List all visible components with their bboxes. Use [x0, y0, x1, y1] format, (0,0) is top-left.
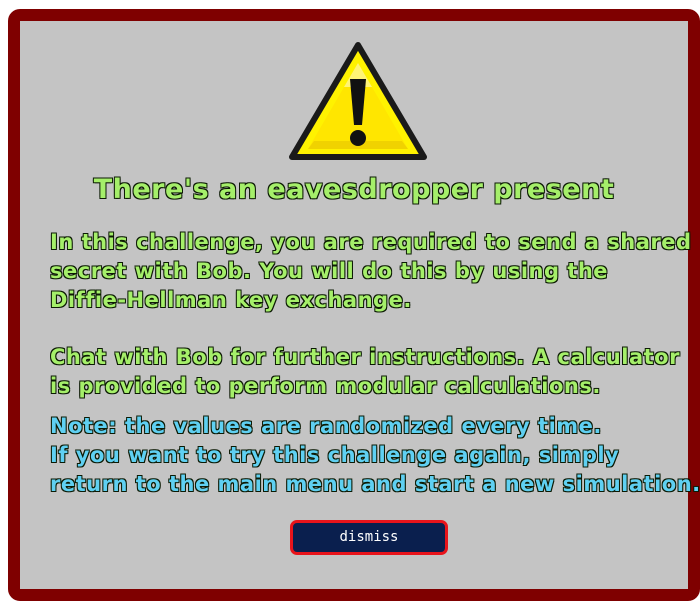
instructions-line: is provided to perform modular calculati…	[49, 373, 601, 398]
note-line: If you want to try this challenge again,…	[49, 442, 620, 467]
dialog-title: There's an eavesdropper present	[93, 173, 615, 205]
warning-dialog: There's an eavesdropper present In this …	[8, 9, 700, 601]
instructions-paragraph: Chat with Bob for further instructions. …	[49, 343, 690, 401]
note-line: return to the main menu and start a new …	[49, 471, 700, 496]
warning-triangle-icon	[289, 42, 427, 160]
intro-line: In this challenge, you are required to s…	[49, 229, 692, 254]
note-paragraph: Note: the values are randomized every ti…	[49, 412, 700, 499]
intro-line: Diffie-Hellman key exchange.	[49, 287, 412, 312]
dismiss-button[interactable]: dismiss	[290, 520, 448, 555]
note-line: Note: the values are randomized every ti…	[49, 413, 602, 438]
intro-paragraph: In this challenge, you are required to s…	[49, 228, 692, 315]
instructions-line: Chat with Bob for further instructions. …	[49, 344, 680, 369]
intro-line: secret with Bob. You will do this by usi…	[49, 258, 609, 283]
